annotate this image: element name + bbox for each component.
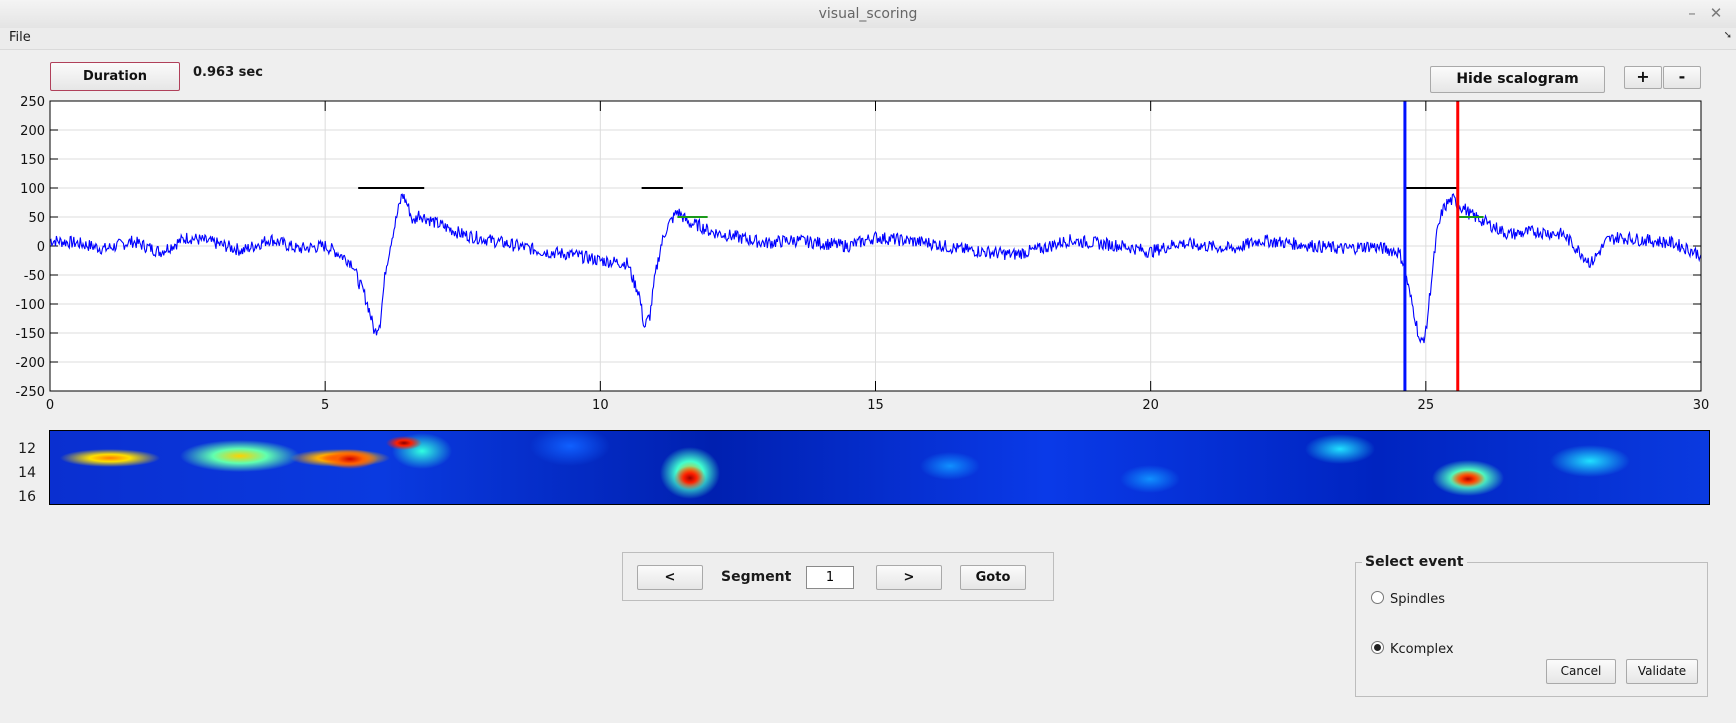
window-titlebar: visual_scoring – ✕ xyxy=(0,0,1736,29)
zoom-out-button[interactable]: - xyxy=(1663,66,1701,89)
radio-spindles-label: Spindles xyxy=(1390,592,1445,607)
y-tick-label: 150 xyxy=(20,153,45,168)
x-tick-label: 15 xyxy=(867,398,884,410)
undock-icon[interactable]: ➘ xyxy=(1724,30,1732,41)
close-icon[interactable]: ✕ xyxy=(1706,3,1726,23)
menu-file[interactable]: File xyxy=(9,30,31,45)
zoom-in-button[interactable]: + xyxy=(1624,66,1662,89)
segment-navigation-panel: < Segment > Goto xyxy=(622,552,1054,601)
scalogram-heatmap[interactable] xyxy=(49,430,1710,505)
x-tick-label: 10 xyxy=(592,398,609,410)
scalogram-tick-14: 14 xyxy=(18,465,36,481)
signal-plot[interactable]: 0 5 10 15 20 25 30 250 200 150 100 50 0 -50 -100 -150 -2… xyxy=(0,90,1736,410)
x-tick-label: 25 xyxy=(1418,398,1435,410)
previous-segment-button[interactable]: < xyxy=(637,565,703,590)
scalogram-tick-12: 12 xyxy=(18,441,36,457)
y-tick-label: 200 xyxy=(20,124,45,139)
menu-bar: File ➘ xyxy=(0,28,1736,50)
radio-spindles[interactable]: Spindles xyxy=(1371,591,1445,607)
validate-button[interactable]: Validate xyxy=(1626,659,1698,684)
y-tick-label: 100 xyxy=(20,182,45,197)
select-event-panel: Select event Spindles Kcomplex Cancel Va… xyxy=(1355,554,1708,697)
duration-button[interactable]: Duration xyxy=(50,62,180,91)
y-tick-label: -200 xyxy=(15,356,45,371)
y-tick-label: -50 xyxy=(24,269,45,284)
next-segment-button[interactable]: > xyxy=(876,565,942,590)
radio-kcomplex[interactable]: Kcomplex xyxy=(1371,641,1454,657)
radio-kcomplex-circle-icon[interactable] xyxy=(1371,641,1384,654)
radio-spindles-circle-icon[interactable] xyxy=(1371,591,1384,604)
y-tick-label: -150 xyxy=(15,327,45,342)
goto-button[interactable]: Goto xyxy=(960,565,1026,590)
scalogram-panel: 12 14 16 xyxy=(0,425,1736,510)
segment-label: Segment xyxy=(721,569,792,585)
x-tick-label: 5 xyxy=(321,398,329,410)
duration-value: 0.963 sec xyxy=(193,65,263,80)
hide-scalogram-button[interactable]: Hide scalogram xyxy=(1430,66,1605,93)
x-tick-label: 0 xyxy=(46,398,54,410)
y-tick-label: -250 xyxy=(15,385,45,400)
y-tick-label: 250 xyxy=(20,95,45,110)
y-tick-label: -100 xyxy=(15,298,45,313)
x-tick-label: 20 xyxy=(1142,398,1159,410)
cancel-button[interactable]: Cancel xyxy=(1546,659,1616,684)
y-tick-label: 0 xyxy=(37,240,45,255)
segment-input[interactable] xyxy=(806,566,854,589)
scalogram-tick-16: 16 xyxy=(18,489,36,505)
x-tick-label: 30 xyxy=(1693,398,1710,410)
radio-kcomplex-label: Kcomplex xyxy=(1390,642,1454,657)
minimize-icon[interactable]: – xyxy=(1682,3,1702,23)
select-event-legend: Select event xyxy=(1362,554,1467,570)
window-title: visual_scoring xyxy=(818,6,918,22)
y-tick-label: 50 xyxy=(28,211,45,226)
